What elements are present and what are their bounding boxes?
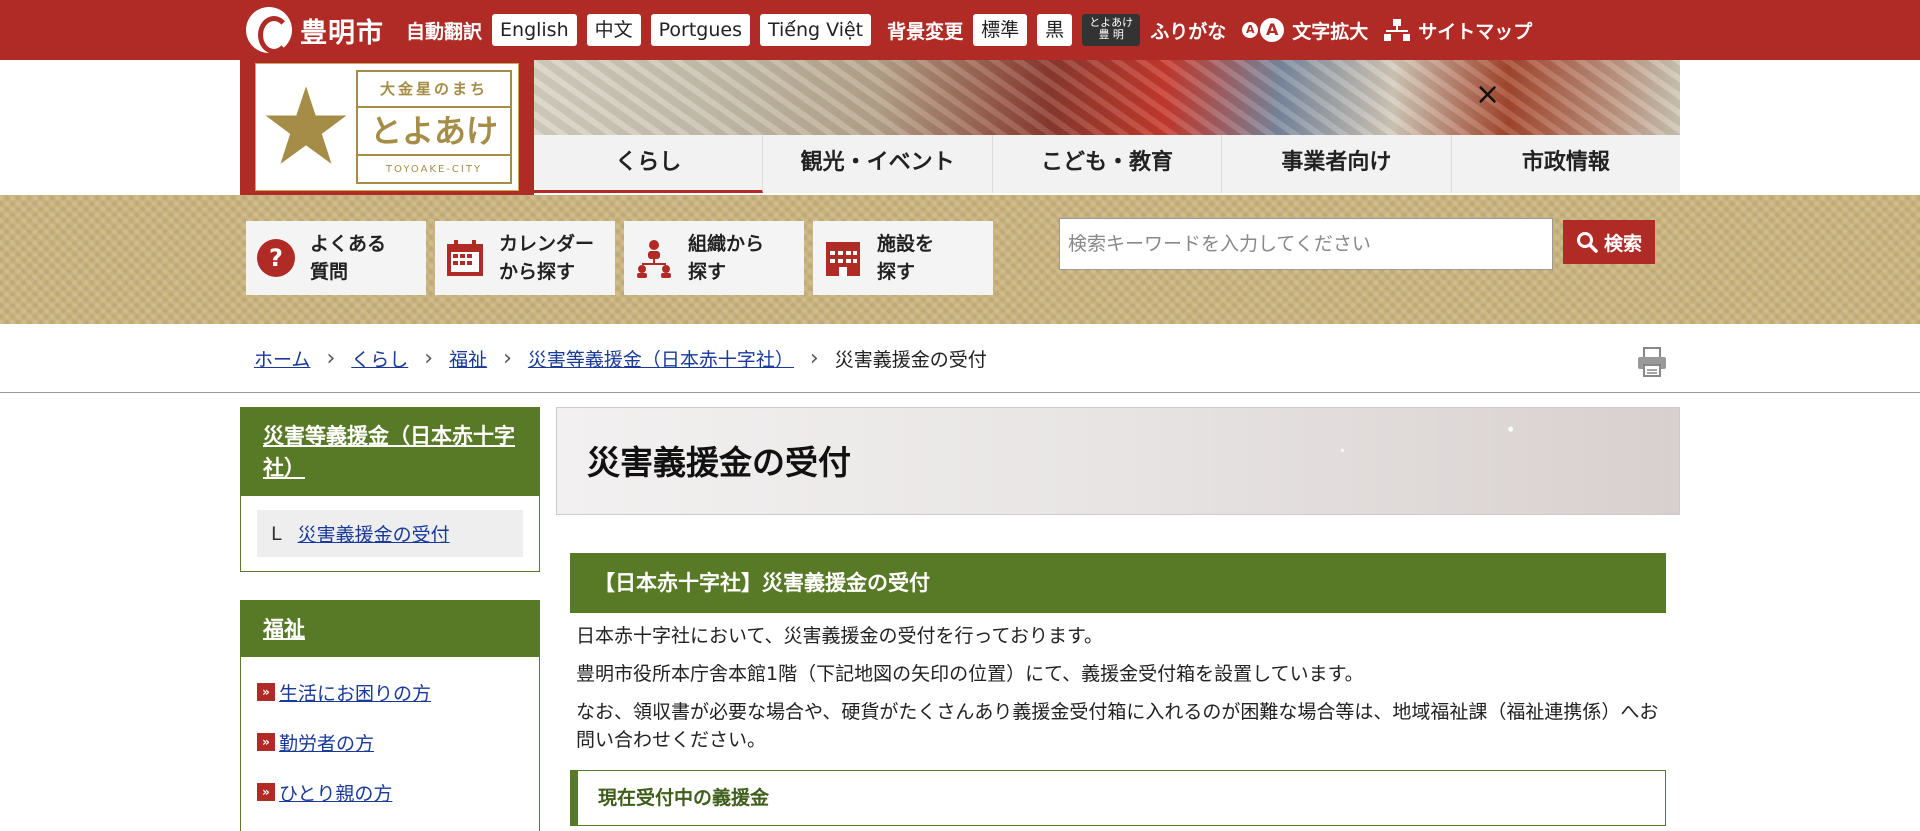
quick-organization-label: 組織から 探す	[688, 233, 765, 283]
global-nav: くらし 観光・イベント こども・教育 事業者向け 市政情報	[534, 135, 1680, 193]
sitemap-label: サイトマップ	[1418, 20, 1533, 43]
quick-faq-button[interactable]: ? よくある 質問	[246, 221, 426, 295]
close-icon[interactable]: ×	[1475, 80, 1500, 110]
nav-city-info[interactable]: 市政情報	[1452, 135, 1680, 193]
lang-portuguese-button[interactable]: Portgues	[650, 14, 750, 46]
search-button[interactable]: 検索	[1563, 220, 1655, 264]
body-paragraph: 豊明市役所本庁舎本館1階（下記地図の矢印の位置）にて、義援金受付箱を設置していま…	[576, 663, 1364, 685]
chevron-right-icon: ›	[503, 346, 512, 371]
quick-faq-label: よくある 質問	[310, 233, 387, 283]
side-section-title: 福祉	[241, 601, 539, 657]
tree-branch-icon: L	[271, 522, 282, 545]
bg-black-button[interactable]: 黒	[1037, 14, 1073, 46]
logo-roman: TOYOAKE-CITY	[385, 164, 483, 175]
header-banner-image	[534, 60, 1680, 135]
organization-icon	[632, 236, 676, 280]
quick-facility-label: 施設を 探す	[877, 233, 935, 283]
list-item: » 勤労者の方	[257, 717, 523, 767]
side-nav-current: 災害等義援金（日本赤十字社） L 災害義援金の受付	[240, 407, 540, 572]
lang-english-button[interactable]: English	[492, 14, 577, 46]
quick-calendar-button[interactable]: カレンダー から探す	[435, 221, 615, 295]
divider	[0, 392, 1920, 393]
nav-business[interactable]: 事業者向け	[1222, 135, 1452, 193]
list-item: » 生活にお困りの方	[257, 667, 523, 717]
font-small-icon: A	[1242, 22, 1259, 38]
lang-chinese-button[interactable]: 中文	[586, 14, 641, 46]
question-icon: ?	[254, 236, 298, 280]
side-nav-welfare: 福祉 » 生活にお困りの方 » 勤労者の方 » ひとり親の方	[240, 600, 540, 831]
sitemap-icon	[1384, 19, 1411, 41]
side-current-item: L 災害義援金の受付	[257, 510, 523, 557]
page-title: 災害義援金の受付	[587, 443, 851, 482]
page-title-box: 災害義援金の受付	[556, 407, 1680, 515]
logo-name: とよあけ	[358, 106, 510, 156]
chevron-right-icon: ›	[424, 346, 434, 371]
breadcrumb-donation[interactable]: 災害等義援金（日本赤十字社）	[528, 345, 794, 372]
furigana-link[interactable]: ふりがな	[1150, 17, 1226, 44]
double-arrow-icon: »	[257, 783, 275, 801]
building-icon	[821, 236, 865, 280]
body-paragraph: なお、領収書が必要な場合や、硬貨がたくさんあり義援金受付箱に入れるのが困難な場合…	[576, 701, 1659, 751]
section-heading: 【日本赤十字社】災害義援金の受付	[570, 553, 1666, 613]
sitemap-link[interactable]: サイトマップ	[1384, 17, 1532, 44]
search-icon	[1576, 232, 1598, 253]
search-input[interactable]	[1059, 218, 1553, 270]
font-enlarge-link[interactable]: 文字拡大	[1292, 17, 1368, 44]
city-emblem-icon	[246, 7, 292, 54]
bg-change-label: 背景変更	[887, 20, 964, 43]
bg-standard-button[interactable]: 標準	[973, 14, 1028, 46]
side-link[interactable]: 生活にお困りの方	[279, 679, 431, 706]
svg-text:?: ?	[269, 244, 283, 272]
search-button-label: 検索	[1603, 233, 1642, 255]
breadcrumb: ホーム › くらし › 福祉 › 災害等義援金（日本赤十字社） › 災害義援金の…	[254, 345, 987, 372]
print-icon[interactable]	[1636, 346, 1668, 378]
side-link[interactable]: 勤労者の方	[279, 729, 374, 756]
body-paragraph: 日本赤十字社において、災害義援金の受付を行っております。	[576, 625, 1104, 647]
double-arrow-icon: »	[257, 683, 275, 701]
star-icon	[258, 76, 354, 176]
calendar-icon	[443, 236, 487, 280]
nav-kurashi[interactable]: くらし	[534, 135, 764, 193]
city-logo[interactable]: 豊明市	[246, 7, 384, 54]
double-arrow-icon: »	[257, 733, 275, 751]
quick-facility-button[interactable]: 施設を 探す	[813, 221, 993, 295]
city-name: 豊明市	[300, 17, 384, 49]
lang-vietnamese-button[interactable]: Tiế́ng Việt	[760, 14, 872, 46]
nav-children[interactable]: こども・教育	[993, 135, 1223, 193]
list-item: » ひとり親の方	[257, 767, 523, 817]
logo-tagline: 大金星のまち	[379, 80, 488, 98]
side-welfare-link[interactable]: 福祉	[263, 617, 305, 641]
breadcrumb-home[interactable]: ホーム	[254, 345, 310, 372]
chevron-right-icon: ›	[326, 346, 336, 371]
quick-calendar-label: カレンダー から探す	[499, 233, 595, 283]
sub-heading: 現在受付中の義援金	[570, 770, 1666, 826]
breadcrumb-current: 災害義援金の受付	[834, 349, 987, 371]
breadcrumb-kurashi[interactable]: くらし	[351, 345, 408, 372]
top-utility-bar: 豊明市 自動翻訳 English 中文 Portgues Tiế́ng Việt…	[0, 0, 1920, 60]
auto-translate-label: 自動翻訳	[406, 20, 483, 43]
font-size-icon[interactable]: A A	[1242, 18, 1285, 42]
side-item-link[interactable]: 災害義援金の受付	[298, 520, 450, 547]
quick-organization-button[interactable]: 組織から 探す	[624, 221, 804, 295]
side-section-link[interactable]: 災害等義援金（日本赤十字社）	[263, 424, 515, 480]
chevron-right-icon: ›	[809, 346, 819, 371]
nav-tourism[interactable]: 観光・イベント	[763, 135, 993, 193]
site-logo[interactable]: 大金星のまち とよあけ TOYOAKE-CITY	[240, 60, 534, 204]
side-link[interactable]: ひとり親の方	[279, 779, 392, 806]
furigana-toggle-icon[interactable]: とよあけ 豊 明	[1082, 14, 1141, 46]
font-large-icon: A	[1260, 18, 1285, 42]
side-section-title: 災害等義援金（日本赤十字社）	[241, 408, 539, 496]
breadcrumb-welfare[interactable]: 福祉	[449, 345, 487, 372]
